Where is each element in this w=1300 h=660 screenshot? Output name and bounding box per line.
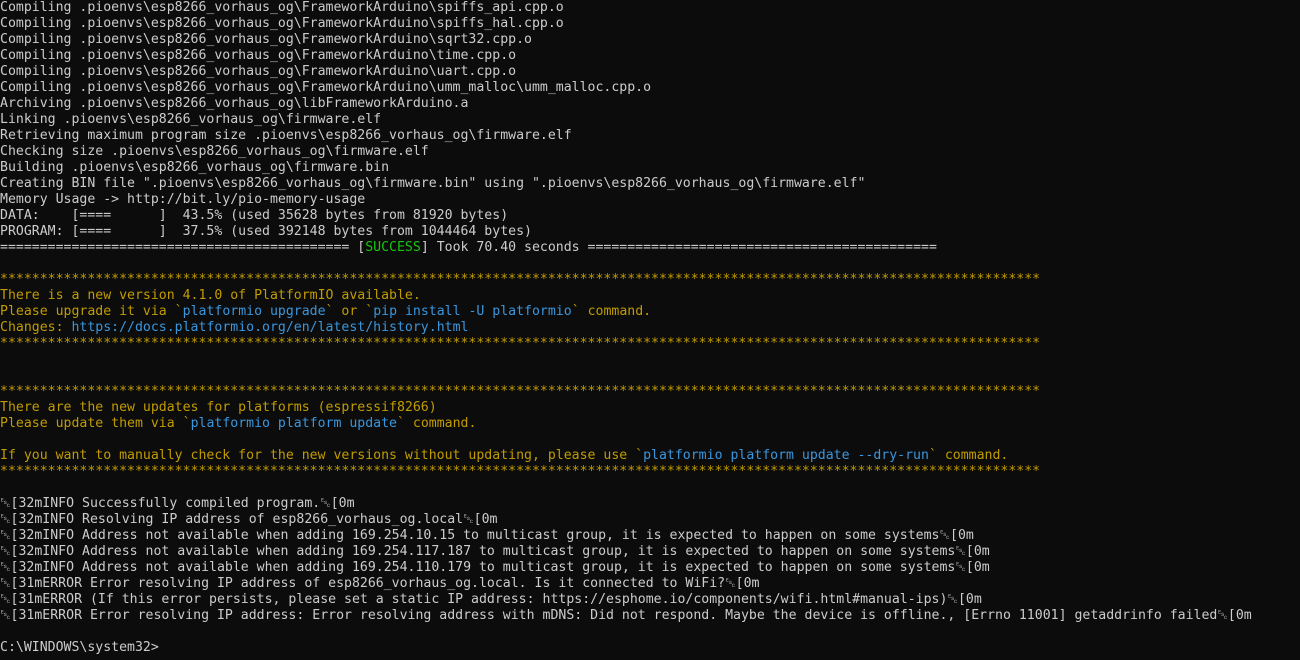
terminal-line: Creating BIN file ".pioenvs\esp8266_vorh… [0,176,1300,192]
terminal-line: Linking .pioenvs\esp8266_vorhaus_og\firm… [0,112,1300,128]
terminal-text-segment: ␛[32mINFO Successfully compiled program.… [0,496,355,511]
terminal-text-segment: Building .pioenvs\esp8266_vorhaus_og\fir… [0,160,390,175]
terminal-text-segment: There is a new version 4.1.0 of Platform… [0,288,421,303]
terminal-line: ␛[32mINFO Address not available when add… [0,528,1300,544]
terminal-line: Building .pioenvs\esp8266_vorhaus_og\fir… [0,160,1300,176]
terminal-text-segment: Compiling .pioenvs\esp8266_vorhaus_og\Fr… [0,32,532,47]
terminal-line: Please update them via `platformio platf… [0,416,1300,432]
terminal-text-segment: ␛[31mERROR Error resolving IP address: E… [0,608,1252,623]
terminal-text-segment: ****************************************… [0,464,1041,479]
terminal-line: DATA: [==== ] 43.5% (used 35628 bytes fr… [0,208,1300,224]
terminal-text-segment: platformio platform update [190,416,397,431]
terminal-text-segment: Checking size .pioenvs\esp8266_vorhaus_o… [0,144,429,159]
terminal-text-segment: Memory Usage -> http://bit.ly/pio-memory… [0,192,366,207]
terminal-line: ****************************************… [0,272,1300,288]
terminal-line: Archiving .pioenvs\esp8266_vorhaus_og\li… [0,96,1300,112]
terminal-text-segment: ` or ` [325,304,374,319]
terminal-line: Memory Usage -> http://bit.ly/pio-memory… [0,192,1300,208]
terminal-line: Compiling .pioenvs\esp8266_vorhaus_og\Fr… [0,0,1300,16]
terminal-line: ␛[31mERROR (If this error persists, plea… [0,592,1300,608]
terminal-text-segment: C:\WINDOWS\system32> [0,640,159,655]
terminal-text-segment: ****************************************… [0,272,1041,287]
terminal-text-segment: ****************************************… [0,336,1041,351]
terminal-line: Compiling .pioenvs\esp8266_vorhaus_og\Fr… [0,64,1300,80]
terminal-text-segment: SUCCESS [365,240,421,255]
terminal-text-segment: platformio upgrade [182,304,326,319]
terminal-text-segment: ` command. [397,416,477,431]
terminal-line: Compiling .pioenvs\esp8266_vorhaus_og\Fr… [0,80,1300,96]
terminal-line: ========================================… [0,240,1300,256]
terminal-text-segment: platformio platform update --dry-run [643,448,929,463]
terminal-line: ****************************************… [0,336,1300,352]
terminal-text-segment: Archiving .pioenvs\esp8266_vorhaus_og\li… [0,96,469,111]
terminal-text-segment: pip install -U platformio [373,304,572,319]
terminal-line: There is a new version 4.1.0 of Platform… [0,288,1300,304]
terminal-text-segment: Please update them via ` [0,416,191,431]
terminal-text-segment: ` command. [571,304,652,319]
terminal-text-segment: Retrieving maximum program size .pioenvs… [0,128,572,143]
terminal-text-segment: ␛[32mINFO Address not available when add… [0,528,974,543]
terminal-text-segment: Creating BIN file ".pioenvs\esp8266_vorh… [0,176,866,191]
terminal-line: Compiling .pioenvs\esp8266_vorhaus_og\Fr… [0,32,1300,48]
terminal-text-segment: PROGRAM: [==== ] 37.5% (used 392148 byte… [0,224,532,239]
terminal-line: ␛[32mINFO Address not available when add… [0,560,1300,576]
terminal-text-segment: https://docs.platformio.org/en/latest/hi… [71,320,469,335]
terminal-line: Changes: https://docs.platformio.org/en/… [0,320,1300,336]
terminal-line: Please upgrade it via `platformio upgrad… [0,304,1300,320]
terminal-line: Compiling .pioenvs\esp8266_vorhaus_og\Fr… [0,16,1300,32]
terminal-text-segment: ␛[32mINFO Address not available when add… [0,544,990,559]
terminal-text-segment: Changes: [0,320,72,335]
terminal-line: PROGRAM: [==== ] 37.5% (used 392148 byte… [0,224,1300,240]
terminal-text-segment: There are the new updates for platforms … [0,400,437,415]
terminal-text-segment: ] Took 70.40 seconds ===================… [420,240,937,255]
terminal-text-segment: Compiling .pioenvs\esp8266_vorhaus_og\Fr… [0,16,564,31]
terminal-line: Retrieving maximum program size .pioenvs… [0,128,1300,144]
terminal-text-segment: ****************************************… [0,384,1041,399]
terminal-line: ␛[31mERROR Error resolving IP address of… [0,576,1300,592]
terminal-text-segment: ␛[31mERROR Error resolving IP address of… [0,576,760,591]
terminal-text-segment: ␛[32mINFO Address not available when add… [0,560,990,575]
terminal-text-segment: If you want to manually check for the ne… [0,448,644,463]
terminal-line: ␛[32mINFO Resolving IP address of esp826… [0,512,1300,528]
terminal-text-segment: ========================================… [0,240,366,255]
terminal-line: C:\WINDOWS\system32> [0,640,1300,656]
terminal-text-segment: Compiling .pioenvs\esp8266_vorhaus_og\Fr… [0,80,652,95]
terminal-text-segment: Linking .pioenvs\esp8266_vorhaus_og\firm… [0,112,382,127]
terminal-line: ␛[31mERROR Error resolving IP address: E… [0,608,1300,624]
terminal-line: ****************************************… [0,464,1300,480]
terminal-line: Checking size .pioenvs\esp8266_vorhaus_o… [0,144,1300,160]
terminal-text-segment: ` command. [928,448,1009,463]
terminal-line: There are the new updates for platforms … [0,400,1300,416]
terminal-text-segment: ␛[32mINFO Resolving IP address of esp826… [0,512,498,527]
terminal-text-segment: Please upgrade it via ` [0,304,183,319]
terminal-text-segment: DATA: [==== ] 43.5% (used 35628 bytes fr… [0,208,509,223]
terminal-text-segment: Compiling .pioenvs\esp8266_vorhaus_og\Fr… [0,64,517,79]
terminal-text-segment: Compiling .pioenvs\esp8266_vorhaus_og\Fr… [0,0,564,15]
terminal-output[interactable]: Compiling .pioenvs\esp8266_vorhaus_og\Fr… [0,0,1300,660]
terminal-line: Compiling .pioenvs\esp8266_vorhaus_og\Fr… [0,48,1300,64]
terminal-line: ****************************************… [0,384,1300,400]
terminal-line: ␛[32mINFO Address not available when add… [0,544,1300,560]
terminal-text-segment: ␛[31mERROR (If this error persists, plea… [0,592,982,607]
terminal-line: ␛[32mINFO Successfully compiled program.… [0,496,1300,512]
terminal-line: If you want to manually check for the ne… [0,448,1300,464]
terminal-text-segment: Compiling .pioenvs\esp8266_vorhaus_og\Fr… [0,48,517,63]
